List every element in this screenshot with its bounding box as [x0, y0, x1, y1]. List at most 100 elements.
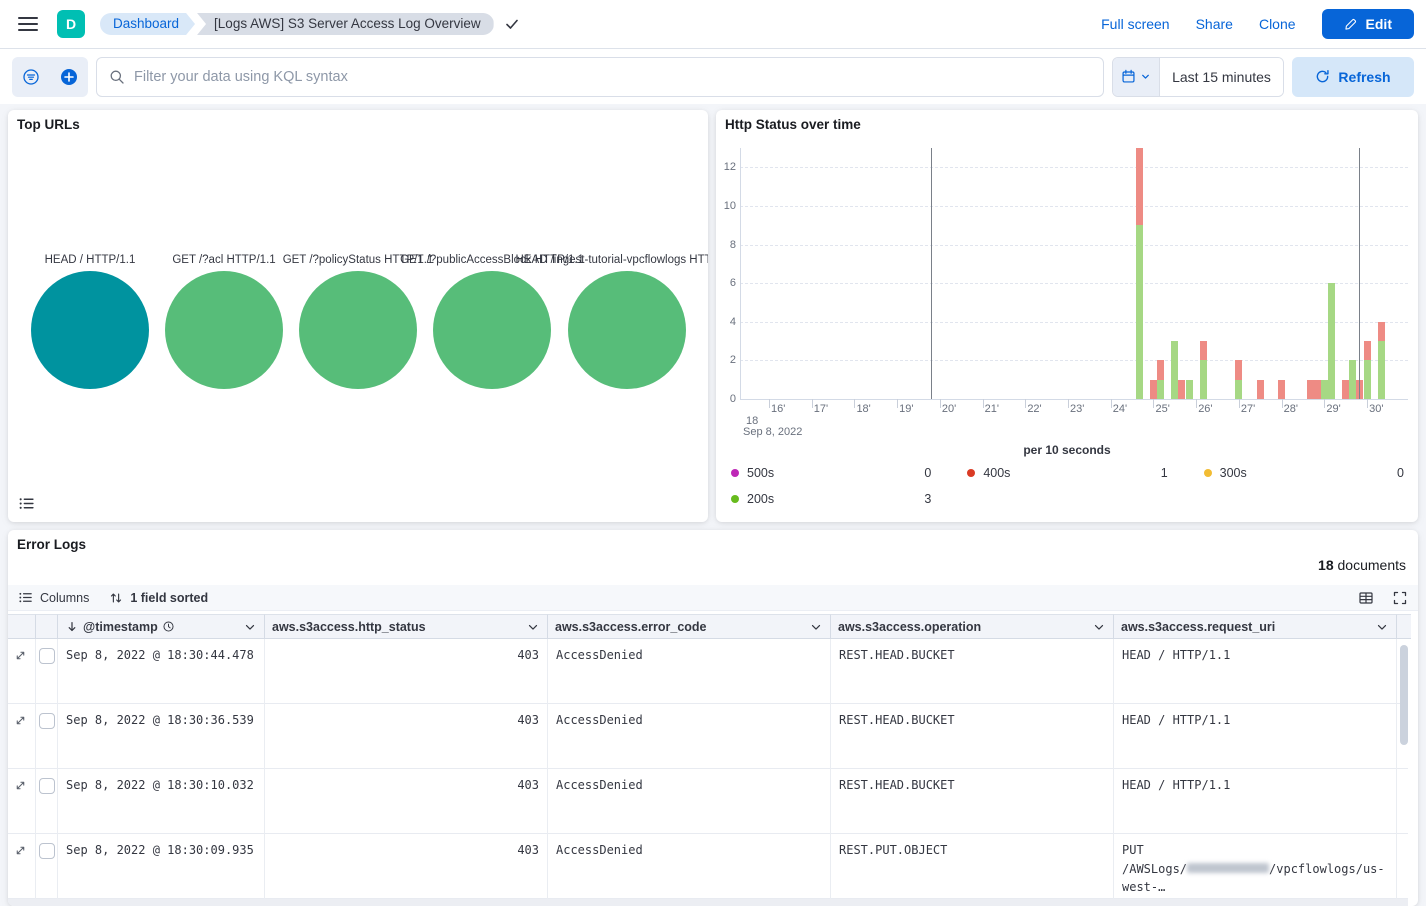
- legend-label: 400s: [983, 466, 1010, 480]
- bar-segment-200s[interactable]: [1157, 380, 1164, 399]
- bar-segment-400s[interactable]: [1157, 360, 1164, 379]
- bar-segment-400s[interactable]: [1200, 341, 1207, 360]
- pie-slice[interactable]: [31, 271, 149, 389]
- bar-segment-400s[interactable]: [1364, 341, 1371, 360]
- y-axis-tick-label: 10: [716, 200, 736, 212]
- expand-document-button[interactable]: [14, 779, 27, 795]
- pie-slice[interactable]: [299, 271, 417, 389]
- y-axis-tick-label: 4: [716, 316, 736, 328]
- display-density-button[interactable]: [1358, 590, 1374, 606]
- select-row-checkbox[interactable]: [39, 713, 55, 729]
- share-button[interactable]: Share: [1196, 16, 1233, 32]
- kql-search-input[interactable]: Filter your data using KQL syntax: [96, 57, 1104, 97]
- vertical-scrollbar-thumb[interactable]: [1400, 645, 1408, 745]
- column-actions-icon[interactable]: [1092, 620, 1106, 634]
- column-actions-icon[interactable]: [526, 620, 540, 634]
- bar-segment-400s[interactable]: [1178, 380, 1185, 399]
- select-row-checkbox[interactable]: [39, 843, 55, 859]
- documents-count-number: 18: [1318, 557, 1334, 573]
- sort-fields-button[interactable]: 1 field sorted: [109, 591, 208, 605]
- bar-segment-200s[interactable]: [1349, 360, 1356, 399]
- bar-segment-400s[interactable]: [1314, 380, 1321, 399]
- select-row-checkbox[interactable]: [39, 778, 55, 794]
- bar-segment-200s[interactable]: [1171, 341, 1178, 399]
- column-header-aws-s3access-http-status[interactable]: aws.s3access.http_status: [265, 614, 548, 639]
- select-row-checkbox[interactable]: [39, 648, 55, 664]
- bar-segment-400s[interactable]: [1235, 360, 1242, 379]
- bar-segment-200s[interactable]: [1321, 380, 1328, 399]
- column-actions-icon[interactable]: [1375, 620, 1389, 634]
- column-actions-icon[interactable]: [809, 620, 823, 634]
- legend-toggle-button[interactable]: [16, 491, 40, 515]
- bar-segment-200s[interactable]: [1328, 283, 1335, 399]
- y-gridline: [740, 322, 1408, 323]
- menu-toggle-button[interactable]: [18, 17, 38, 31]
- date-picker-calendar-button[interactable]: [1113, 58, 1160, 96]
- legend-item-400s[interactable]: 400s1: [967, 462, 1167, 484]
- fullscreen-icon: [1392, 590, 1408, 606]
- time-range-button[interactable]: Last 15 minutes: [1160, 58, 1283, 96]
- expand-document-button[interactable]: [14, 649, 27, 665]
- expand-document-button[interactable]: [14, 714, 27, 730]
- add-filter-button[interactable]: [52, 57, 86, 97]
- bar-segment-200s[interactable]: [1364, 360, 1371, 399]
- column-header-label: aws.s3access.http_status: [272, 620, 426, 634]
- data-grid-toolbar: Columns 1 field sorted: [8, 585, 1418, 611]
- bar-segment-400s[interactable]: [1257, 380, 1264, 399]
- time-annotation-line: [1359, 148, 1360, 399]
- column-header-aws-s3access-error-code[interactable]: aws.s3access.error_code: [548, 614, 831, 639]
- top-navigation-bar: D Dashboard [Logs AWS] S3 Server Access …: [0, 0, 1426, 49]
- clone-button[interactable]: Clone: [1259, 16, 1296, 32]
- y-axis-tick-label: 0: [716, 393, 736, 405]
- breadcrumb-page-title[interactable]: [Logs AWS] S3 Server Access Log Overview: [197, 13, 494, 35]
- pie-slice[interactable]: [165, 271, 283, 389]
- x-axis-tick-label: 26': [1198, 403, 1212, 415]
- x-axis-tick: [1025, 399, 1026, 408]
- column-header-aws-s3access-request-uri[interactable]: aws.s3access.request_uri: [1114, 614, 1397, 639]
- breadcrumb-dashboard[interactable]: Dashboard: [100, 13, 195, 35]
- bar-segment-400s[interactable]: [1356, 380, 1363, 399]
- bar-segment-200s[interactable]: [1235, 380, 1242, 399]
- time-annotation-line: [931, 148, 932, 399]
- calendar-icon: [1121, 69, 1136, 84]
- column-header--timestamp[interactable]: @timestamp: [58, 614, 265, 639]
- breadcrumb: Dashboard [Logs AWS] S3 Server Access Lo…: [100, 13, 520, 35]
- grid-fullscreen-button[interactable]: [1392, 590, 1408, 606]
- expand-document-button[interactable]: [14, 844, 27, 860]
- table-density-icon: [1358, 590, 1374, 606]
- bar-segment-400s[interactable]: [1278, 380, 1285, 399]
- bar-segment-400s[interactable]: [1150, 380, 1157, 399]
- bar-segment-200s[interactable]: [1186, 380, 1193, 399]
- edit-button[interactable]: Edit: [1322, 9, 1414, 39]
- full-screen-button[interactable]: Full screen: [1101, 16, 1169, 32]
- bar-segment-200s[interactable]: [1378, 341, 1385, 399]
- bar-segment-400s[interactable]: [1307, 380, 1314, 399]
- table-row: Sep 8, 2022 @ 18:30:44.478403AccessDenie…: [8, 639, 1408, 704]
- space-avatar[interactable]: D: [57, 10, 85, 38]
- pie-slice[interactable]: [433, 271, 551, 389]
- refresh-button[interactable]: Refresh: [1292, 57, 1414, 97]
- bar-segment-400s[interactable]: [1378, 322, 1385, 341]
- filter-options-button[interactable]: [14, 57, 48, 97]
- query-bar: Filter your data using KQL syntax Last 1…: [0, 49, 1426, 104]
- column-header-aws-s3access-operation[interactable]: aws.s3access.operation: [831, 614, 1114, 639]
- bar-segment-200s[interactable]: [1200, 360, 1207, 399]
- y-axis-tick-label: 12: [716, 161, 736, 173]
- legend-item-300s[interactable]: 300s0: [1204, 462, 1404, 484]
- x-axis-tick: [1153, 399, 1154, 408]
- legend-item-500s[interactable]: 500s0: [731, 462, 931, 484]
- legend-item-200s[interactable]: 200s3: [731, 488, 931, 510]
- panel-title: Http Status over time: [725, 117, 861, 132]
- legend-label: 200s: [747, 492, 774, 506]
- x-axis-tick: [983, 399, 984, 408]
- pie-slice[interactable]: [568, 271, 686, 389]
- column-actions-icon[interactable]: [243, 620, 257, 634]
- plus-circle-icon: [60, 68, 78, 86]
- bar-segment-400s[interactable]: [1136, 148, 1143, 225]
- http-status-panel: Http Status over time 18 Sep 8, 2022 per…: [716, 110, 1418, 522]
- bar-segment-200s[interactable]: [1136, 225, 1143, 399]
- sort-descending-icon: [65, 620, 79, 634]
- columns-button[interactable]: Columns: [18, 590, 89, 605]
- bar-segment-400s[interactable]: [1342, 380, 1349, 399]
- top-urls-pie-charts: HEAD / HTTP/1.1GET /?acl HTTP/1.1GET /?p…: [8, 110, 708, 522]
